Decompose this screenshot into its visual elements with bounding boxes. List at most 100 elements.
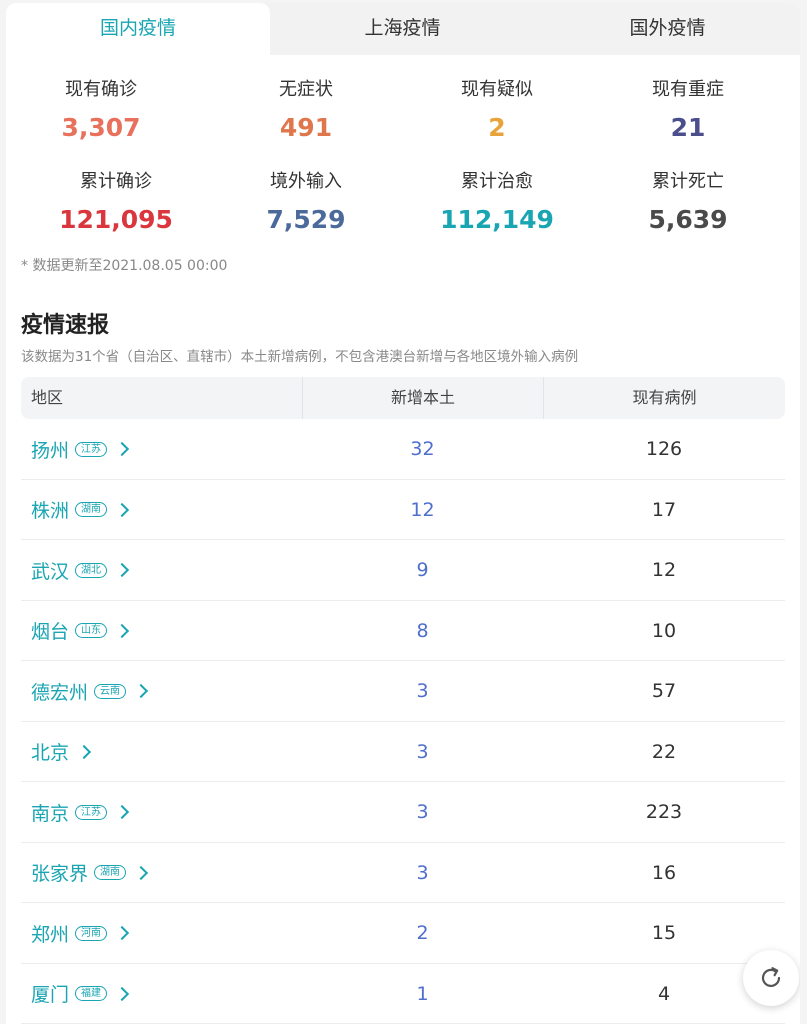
stat-asymptomatic: 无症状 491 [211,77,401,143]
region-cell[interactable]: 北京 [31,722,92,782]
chevron-right-icon [114,502,130,517]
province-badge: 江苏 [75,441,108,457]
stat-value: 3,307 [61,113,141,142]
stat-label: 累计确诊 [80,171,152,192]
region-cell[interactable]: 株洲 湖南 [31,480,130,540]
stat-deaths: 累计死亡 5,639 [593,169,783,235]
new-local-cell: 3 [416,861,429,884]
city-name: 厦门 [31,984,70,1006]
province-badge: 福建 [75,986,108,1001]
stat-severe: 现有重症 21 [593,77,783,143]
stat-label: 现有确诊 [65,79,137,100]
refresh-button[interactable] [743,950,799,1006]
new-local-cell: 3 [416,801,429,823]
refresh-icon [761,967,781,987]
chevron-right-icon [114,986,130,1001]
new-local-cell: 1 [416,982,429,1005]
current-cases-cell: 22 [651,740,677,763]
city-name: 南京 [31,802,70,825]
city-name: 株洲 [31,500,70,522]
region-cell[interactable]: 德宏州 云南 [31,661,149,721]
city-name: 郑州 [31,923,70,946]
table-body: 扬州 江苏 32 126 株洲 湖南 12 17 武汉 湖北 9 12 烟台 山东 8 10 德宏州 云南 3 57 北… [21,419,785,1024]
header-new-local: 新增本土 [302,377,543,419]
stat-value: 112,149 [440,205,554,234]
table-row[interactable]: 扬州 江苏 32 126 [21,419,785,480]
chevron-right-icon [114,623,130,638]
region-cell[interactable]: 厦门 福建 [31,964,130,1024]
region-cell[interactable]: 张家界 湖南 [31,843,149,903]
epidemic-card: 国内疫情 上海疫情 国外疫情 现有确诊 3,307 无症状 491 现有疑似 2… [6,3,800,1024]
chevron-right-icon [114,441,130,457]
region-cell[interactable]: 郑州 河南 [31,903,130,963]
stat-imported: 境外输入 7,529 [211,169,401,235]
stat-value: 7,529 [266,205,346,234]
city-name: 烟台 [31,621,70,643]
new-local-cell: 3 [416,740,429,763]
chevron-right-icon [114,804,130,820]
data-update-note: * 数据更新至2021.08.05 00:00 [21,258,228,274]
table-row[interactable]: 北京 3 22 [21,722,785,782]
chevron-right-icon [133,683,149,699]
table-row[interactable]: 张家界 湖南 3 16 [21,843,785,903]
current-cases-cell: 57 [651,680,677,702]
chevron-right-icon [114,925,130,941]
chevron-right-icon [114,562,130,578]
tab-overseas[interactable]: 国外疫情 [535,3,800,55]
city-name: 武汉 [31,560,70,583]
province-badge: 云南 [94,683,127,699]
stat-value: 121,095 [59,205,173,234]
header-region: 地区 [31,388,64,407]
table-row[interactable]: 德宏州 云南 3 57 [21,661,785,722]
current-cases-cell: 12 [651,559,677,581]
city-name: 北京 [31,742,70,764]
stat-label: 累计治愈 [461,171,533,192]
new-local-cell: 9 [416,559,429,581]
tab-domestic[interactable]: 国内疫情 [6,3,270,55]
province-badge: 湖北 [75,562,108,578]
province-badge: 湖南 [94,865,127,880]
chevron-right-icon [76,744,92,759]
table-row[interactable]: 烟台 山东 8 10 [21,601,785,661]
table-row[interactable]: 武汉 湖北 9 12 [21,540,785,601]
city-name: 德宏州 [31,681,89,704]
stat-value: 2 [488,113,506,142]
new-local-cell: 12 [410,498,435,521]
stat-suspected: 现有疑似 2 [402,77,592,143]
chevron-right-icon [133,865,149,880]
current-cases-cell: 126 [645,438,683,460]
new-local-cell: 8 [416,619,429,642]
stat-label: 现有重症 [652,79,724,100]
current-cases-cell: 223 [645,801,683,823]
stat-label: 无症状 [279,79,333,100]
table-row[interactable]: 南京 江苏 3 223 [21,782,785,843]
section-description: 该数据为31个省（自治区、直辖市）本土新增病例，不包含港澳台新增与各地区境外输入… [21,349,579,365]
province-badge: 山东 [75,623,108,638]
tab-shanghai[interactable]: 上海疫情 [270,3,535,55]
region-cell[interactable]: 烟台 山东 [31,601,130,661]
stat-current-confirmed: 现有确诊 3,307 [6,77,196,143]
region-cell[interactable]: 武汉 湖北 [31,540,130,600]
region-cell[interactable]: 南京 江苏 [31,782,130,842]
current-cases-cell: 15 [651,922,677,944]
current-cases-cell: 16 [651,861,677,884]
province-badge: 河南 [75,925,108,941]
stat-label: 现有疑似 [461,79,533,100]
region-cell[interactable]: 扬州 江苏 [31,419,130,479]
stat-value: 491 [279,113,333,142]
current-cases-cell: 17 [651,498,677,521]
stat-label: 境外输入 [270,171,342,192]
province-badge: 江苏 [75,804,108,820]
stat-total-confirmed: 累计确诊 121,095 [21,169,211,235]
current-cases-cell: 10 [651,619,677,642]
section-title: 疫情速报 [21,313,110,338]
stat-value: 21 [670,113,706,142]
header-current: 现有病例 [543,377,785,419]
new-local-cell: 3 [416,680,429,702]
table-row[interactable]: 厦门 福建 1 4 [21,964,785,1024]
new-local-cell: 32 [410,438,435,460]
table-row[interactable]: 株洲 湖南 12 17 [21,480,785,540]
city-name: 张家界 [31,863,89,885]
table-header: 地区 新增本土 现有病例 [21,377,785,419]
table-row[interactable]: 郑州 河南 2 15 [21,903,785,964]
